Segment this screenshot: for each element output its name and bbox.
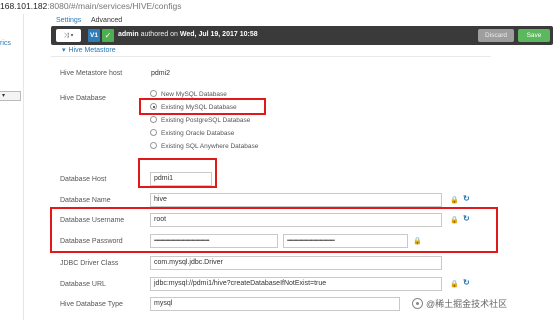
- radio-button[interactable]: [150, 90, 157, 97]
- highlight-box-host: [138, 158, 217, 188]
- version-dropdown-button[interactable]: ⤨ ▾: [56, 29, 81, 42]
- radio-button[interactable]: [150, 142, 157, 149]
- lock-icon[interactable]: 🔒: [450, 280, 459, 288]
- db-type-input[interactable]: mysql: [150, 297, 400, 311]
- shuffle-icon: ⤨: [63, 32, 69, 39]
- watermark: @稀土掘金技术社区: [412, 297, 507, 310]
- version-date: Wed, Jul 19, 2017 10:58: [179, 31, 258, 38]
- db-url-label: Database URL: [60, 281, 106, 288]
- version-badge[interactable]: V1: [88, 29, 100, 42]
- sidebar-link-metrics[interactable]: rics: [0, 40, 11, 47]
- radio-label: Existing PostgreSQL Database: [161, 117, 251, 124]
- metastore-host-value: pdmi2: [151, 70, 171, 77]
- section-hive-metastore[interactable]: ▾ Hive Metastore: [62, 46, 116, 54]
- version-author-text: admin authored on Wed, Jul 19, 2017 10:5…: [118, 31, 258, 38]
- radio-label: New MySQL Database: [161, 91, 227, 98]
- db-name-input[interactable]: hive: [150, 193, 442, 207]
- radio-new-mysql[interactable]: New MySQL Database: [150, 90, 227, 98]
- radio-button[interactable]: [150, 116, 157, 123]
- highlight-box-credentials: [50, 207, 498, 253]
- authored-label: authored on: [140, 31, 178, 38]
- lock-icon[interactable]: 🔒: [450, 196, 459, 204]
- watermark-text: @稀土掘金技术社区: [426, 299, 508, 309]
- db-url-input[interactable]: jdbc:mysql://pdmi1/hive?createDatabaseIf…: [150, 277, 442, 291]
- address-bar[interactable]: 168.101.182:8080/#/main/services/HIVE/co…: [0, 0, 553, 14]
- url-path: :8080/#/main/services/HIVE/configs: [47, 1, 182, 11]
- save-button[interactable]: Save: [518, 29, 550, 42]
- discard-button[interactable]: Discard: [478, 29, 514, 42]
- db-type-label: Hive Database Type: [60, 301, 123, 308]
- radio-button[interactable]: [150, 129, 157, 136]
- section-title: Hive Metastore: [68, 47, 116, 54]
- hive-database-label: Hive Database: [60, 95, 106, 102]
- metastore-host-label: Hive Metastore host: [60, 70, 123, 77]
- highlight-box-database: [139, 98, 266, 115]
- chevron-down-icon: ▾: [2, 93, 6, 99]
- author-name: admin: [118, 31, 139, 38]
- radio-existing-oracle[interactable]: Existing Oracle Database: [150, 129, 234, 137]
- tab-settings[interactable]: Settings: [56, 17, 81, 24]
- sidebar-dropdown-button[interactable]: ▾: [0, 91, 21, 101]
- refresh-icon[interactable]: ↻: [463, 194, 470, 203]
- radio-existing-sql-anywhere[interactable]: Existing SQL Anywhere Database: [150, 142, 258, 150]
- radio-label: Existing Oracle Database: [161, 130, 235, 137]
- jdbc-driver-label: JDBC Driver Class: [60, 260, 119, 267]
- section-divider: [51, 56, 491, 57]
- db-name-label: Database Name: [60, 197, 111, 204]
- url-text[interactable]: 168.101.182:8080/#/main/services/HIVE/co…: [0, 1, 181, 11]
- jdbc-driver-input[interactable]: com.mysql.jdbc.Driver: [150, 256, 442, 270]
- db-host-label: Database Host: [60, 176, 107, 183]
- radio-existing-postgresql[interactable]: Existing PostgreSQL Database: [150, 116, 250, 124]
- tab-advanced[interactable]: Advanced: [91, 17, 122, 24]
- check-icon: ✓: [102, 29, 114, 42]
- radio-label: Existing SQL Anywhere Database: [161, 143, 259, 150]
- sidebar-divider: [23, 14, 24, 320]
- chevron-down-icon: ▾: [62, 47, 66, 54]
- url-host: 168.101.182: [0, 1, 48, 11]
- watermark-logo-icon: [412, 298, 423, 309]
- refresh-icon[interactable]: ↻: [463, 278, 470, 287]
